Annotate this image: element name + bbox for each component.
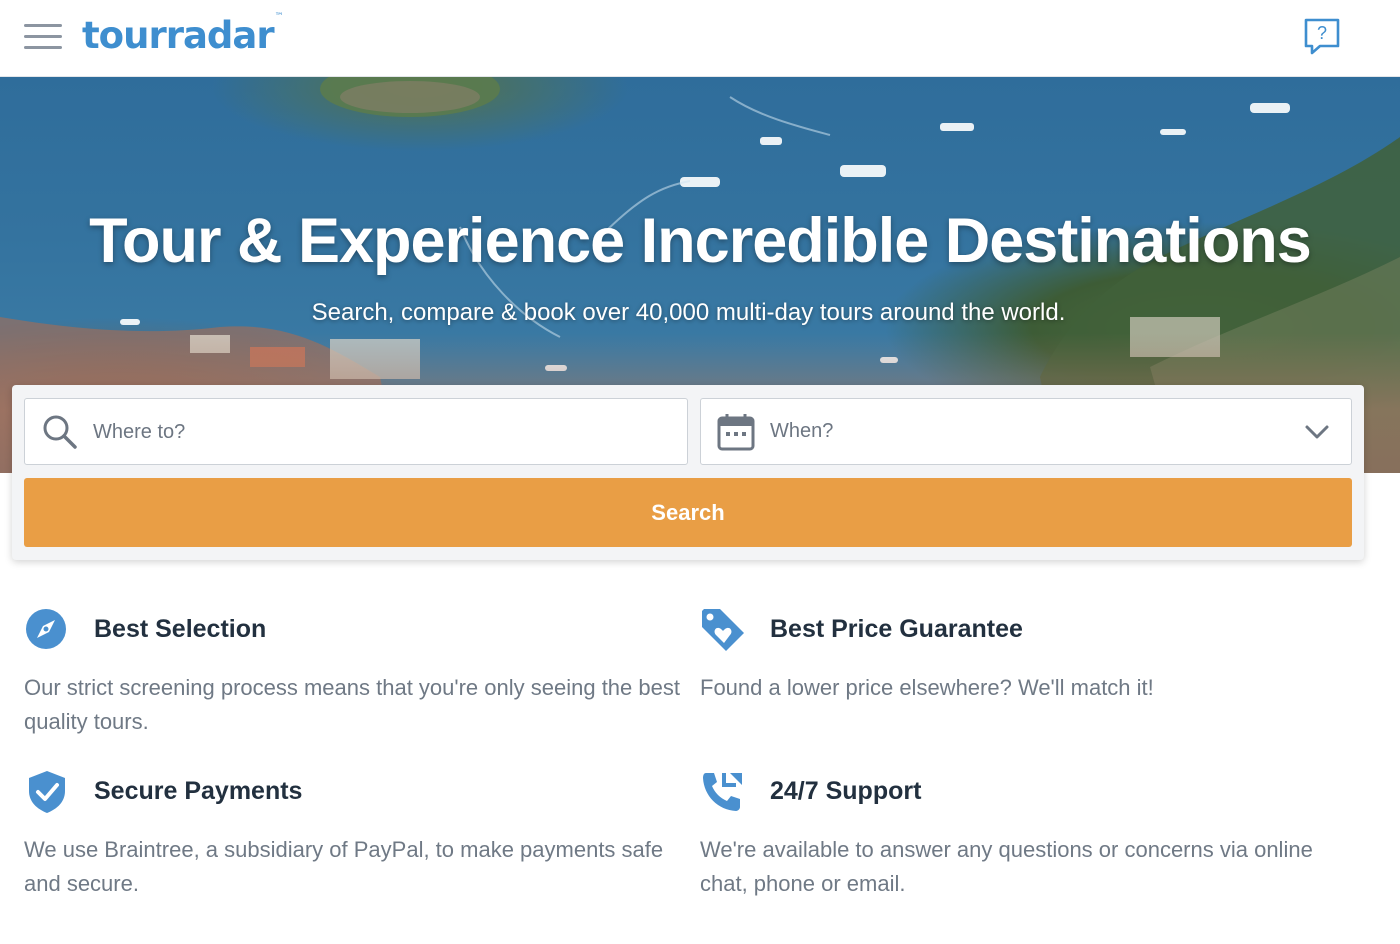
when-selected-value: When? xyxy=(770,420,834,442)
search-panel: When? Search xyxy=(12,385,1364,560)
search-button[interactable]: Search xyxy=(24,478,1352,547)
feature-title: Best Selection xyxy=(94,615,267,643)
calendar-icon xyxy=(717,413,755,451)
phone-support-icon xyxy=(700,769,746,815)
feature-description: Our strict screening process means that … xyxy=(24,675,680,734)
hamburger-menu-icon[interactable] xyxy=(24,24,62,50)
feature-title: Secure Payments xyxy=(94,777,303,805)
feature-title: Best Price Guarantee xyxy=(770,615,1023,643)
shield-check-icon xyxy=(24,769,70,815)
where-to-input[interactable] xyxy=(93,411,673,453)
compass-icon xyxy=(24,607,70,653)
help-chat-icon[interactable]: ? xyxy=(1302,17,1342,57)
tourradar-logo[interactable]: tourradar™ xyxy=(82,12,284,57)
feature-title: 24/7 Support xyxy=(770,777,922,805)
price-tag-heart-icon xyxy=(700,607,746,653)
chevron-down-icon xyxy=(1303,419,1331,445)
hero-subtitle: Search, compare & book over 40,000 multi… xyxy=(311,299,1066,326)
where-to-field[interactable] xyxy=(24,398,688,465)
site-header: tourradar™ ? xyxy=(0,0,1400,77)
search-icon xyxy=(41,413,79,451)
feature-description: We use Braintree, a subsidiary of PayPal… xyxy=(24,837,664,896)
svg-text:?: ? xyxy=(1317,23,1327,43)
feature-description: We're available to answer any questions … xyxy=(700,837,1313,896)
hero-title: Tour & Experience Incredible Destination… xyxy=(89,206,1312,276)
when-dropdown[interactable]: When? xyxy=(700,398,1352,465)
feature-description: Found a lower price elsewhere? We'll mat… xyxy=(700,675,1154,700)
